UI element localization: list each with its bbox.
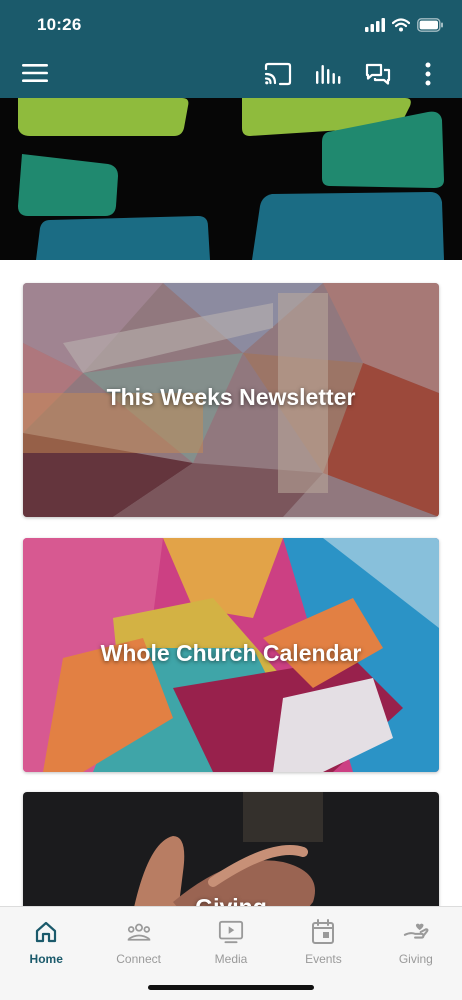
app-header: 10:26 (0, 0, 462, 98)
tab-media-label: Media (214, 952, 248, 966)
wifi-icon (392, 18, 410, 32)
tab-giving-label: Giving (398, 952, 433, 966)
church-calendar-card-title: Whole Church Calendar (100, 640, 362, 666)
more-vertical-icon[interactable] (414, 60, 442, 88)
newsletter-card[interactable]: This Weeks Newsletter (23, 283, 439, 517)
home-indicator[interactable] (148, 985, 314, 990)
hero-banner-image (0, 98, 462, 260)
people-icon (126, 919, 152, 945)
status-time: 10:26 (37, 15, 82, 34)
audio-bars-icon[interactable] (314, 60, 342, 88)
tab-home[interactable]: Home (0, 907, 92, 1000)
tab-home-label: Home (29, 952, 63, 966)
chat-icon[interactable] (364, 60, 392, 88)
hamburger-menu-icon[interactable] (22, 62, 48, 86)
home-icon (33, 919, 59, 945)
newsletter-card-title: This Weeks Newsletter (106, 384, 356, 410)
cast-icon[interactable] (264, 60, 292, 88)
church-calendar-card[interactable]: Whole Church Calendar (23, 538, 439, 772)
calendar-icon (310, 919, 336, 945)
media-play-icon (218, 919, 244, 945)
status-icons (365, 16, 444, 34)
tab-connect-label: Connect (116, 952, 161, 966)
battery-icon (417, 18, 443, 32)
giving-hand-icon (403, 919, 429, 945)
tab-events-label: Events (305, 952, 342, 966)
app-bar-actions (264, 58, 442, 90)
signal-icon (365, 18, 385, 32)
tab-giving[interactable]: Giving (370, 907, 462, 1000)
